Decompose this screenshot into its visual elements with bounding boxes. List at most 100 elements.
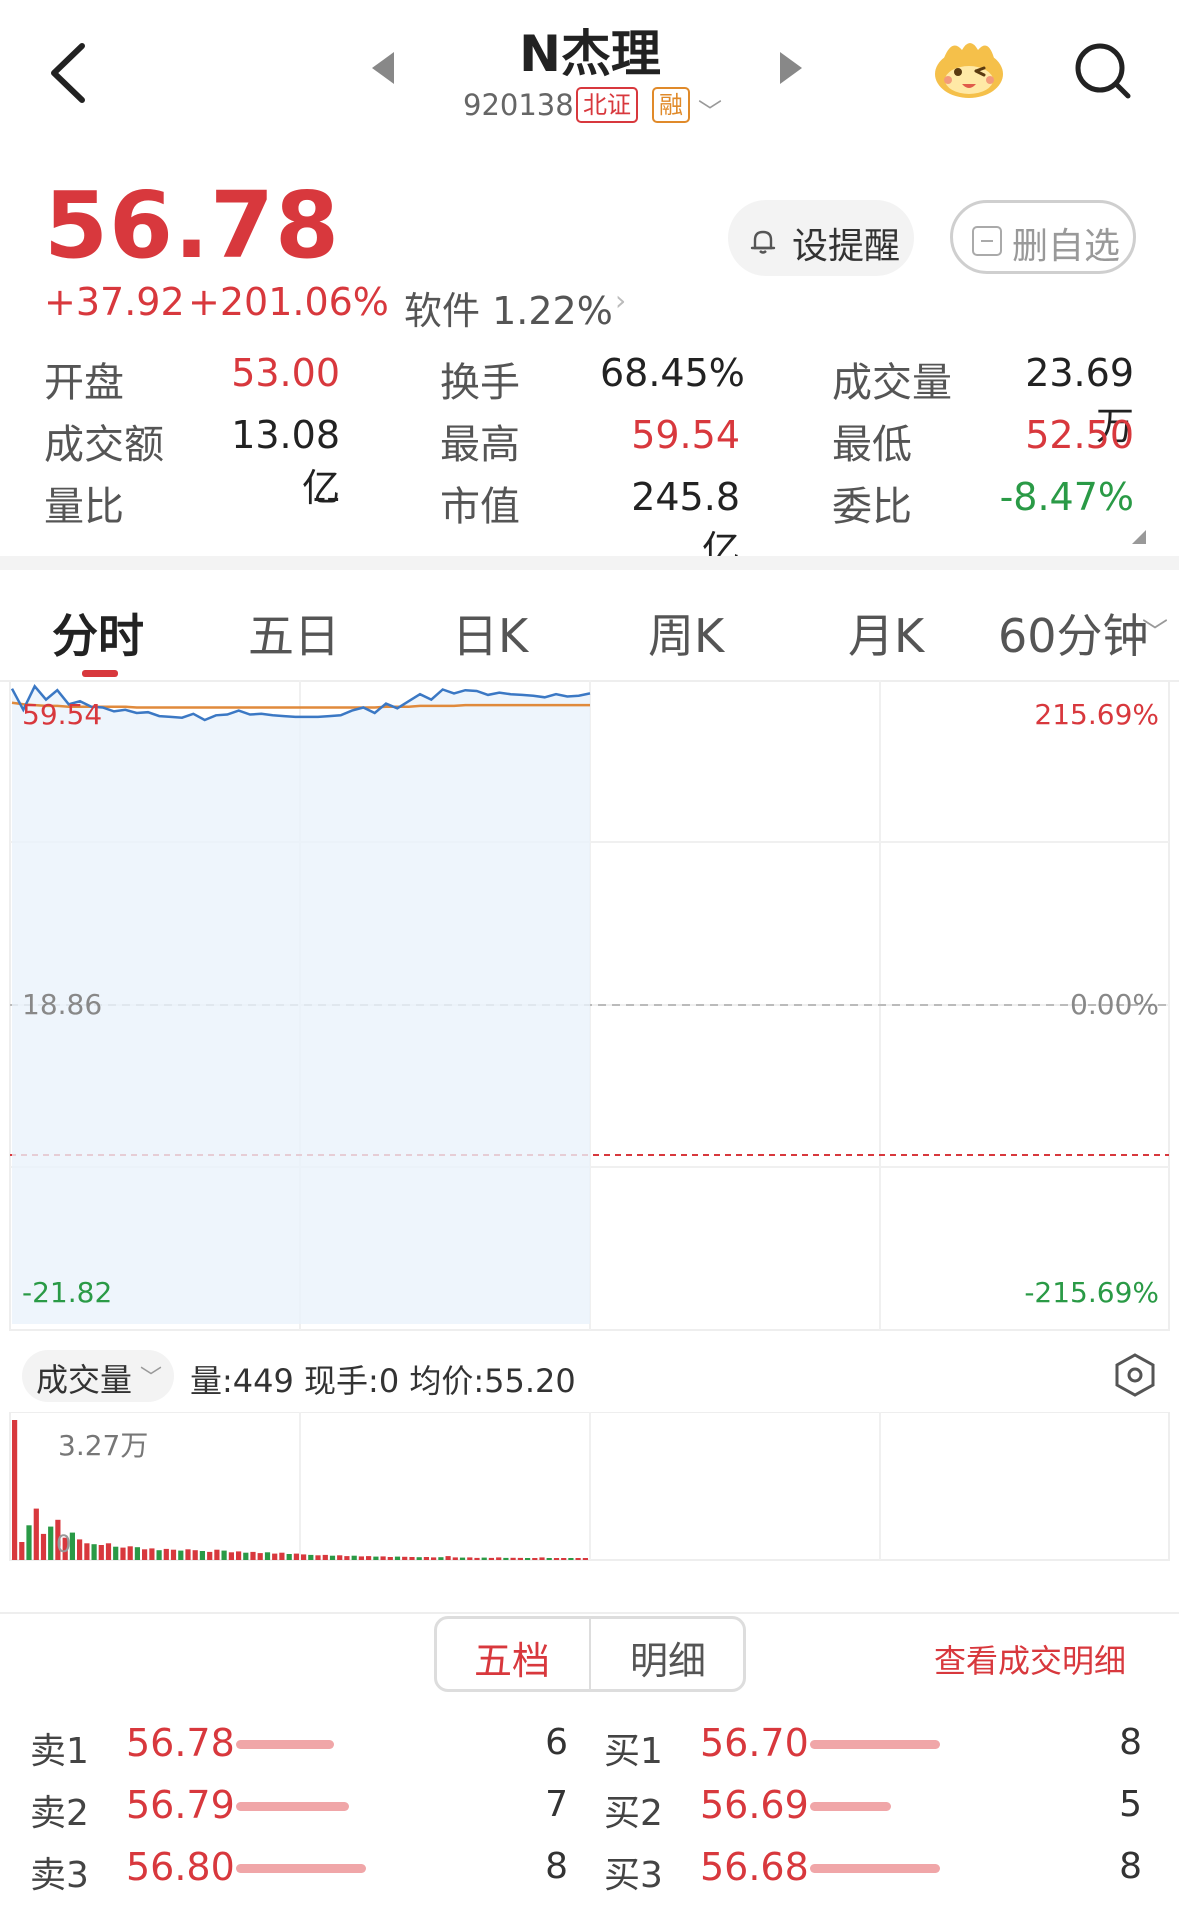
pct-axis-zero-label: 0.00% [1070, 988, 1159, 1021]
asks-level-price: 56.80 [126, 1845, 235, 1889]
volume-bar [575, 1558, 581, 1560]
tab-daily-k[interactable]: 日K [452, 600, 528, 666]
volume-bar [40, 1533, 47, 1560]
tab-five-day[interactable]: 五日 [248, 600, 340, 666]
volume-bar [344, 1556, 350, 1560]
search-icon[interactable] [1070, 38, 1136, 104]
volume-bar [561, 1558, 567, 1560]
tab-60-minute[interactable]: 60分钟 [998, 600, 1149, 666]
bids-level-label: 买1 [604, 1731, 663, 1772]
bids-level-volume: 8 [1119, 1722, 1142, 1763]
remove-favorite-label: 删自选 [1012, 226, 1121, 267]
tab-weekly-k[interactable]: 周K [648, 600, 724, 666]
set-reminder-label: 设提醒 [792, 226, 901, 267]
bids-level-label: 买3 [604, 1855, 663, 1896]
volume-bar [236, 1551, 242, 1560]
volume-bar [228, 1552, 234, 1560]
bids-level-price: 56.68 [700, 1845, 809, 1889]
segment-five-levels[interactable]: 五档 [474, 1630, 550, 1685]
volume-bar [105, 1543, 112, 1560]
volume-bar [207, 1551, 213, 1560]
intraday-chart[interactable] [0, 680, 1179, 1340]
volume-bar [409, 1557, 415, 1560]
volume-bar [582, 1558, 588, 1560]
stat-value: 59.54 [631, 413, 740, 457]
view-trade-details-link[interactable]: 查看成交明细 [934, 1636, 1126, 1682]
segment-details[interactable]: 明细 [630, 1630, 706, 1685]
volume-bar [308, 1554, 314, 1560]
asks-level-volume-bar [236, 1802, 349, 1811]
volume-bar [351, 1555, 357, 1560]
volume-bar [510, 1557, 516, 1560]
volume-bar [517, 1557, 523, 1560]
volume-bar [272, 1553, 278, 1560]
volume-bar [19, 1542, 25, 1560]
volume-bar [459, 1557, 466, 1560]
asks-level-volume: 6 [545, 1722, 568, 1763]
bids-level-volume-bar [810, 1864, 940, 1873]
volume-bar [532, 1558, 538, 1560]
stat-value: 52.50 [1025, 413, 1134, 457]
volume-bar [503, 1557, 509, 1560]
margin-badge: 融 [652, 87, 690, 123]
volume-bar [163, 1548, 169, 1560]
volume-bar [474, 1557, 480, 1560]
pct-axis-high-label: 215.69% [1034, 698, 1159, 731]
volume-bar [149, 1548, 155, 1560]
chevron-down-icon[interactable]: ﹀ [1142, 612, 1168, 649]
volume-bar [214, 1549, 220, 1560]
stock-code: 920138 [463, 88, 574, 122]
volume-stats: 量:449 现手:0 均价:55.20 [190, 1362, 576, 1400]
volume-bar [366, 1556, 372, 1560]
volume-bar [279, 1552, 285, 1560]
volume-bar [387, 1557, 393, 1560]
volume-bar [127, 1546, 133, 1560]
bids-level-volume-bar [810, 1740, 940, 1749]
volume-bar [481, 1557, 487, 1560]
volume-bar [394, 1556, 401, 1560]
volume-bar [142, 1549, 148, 1560]
volume-bar [380, 1556, 386, 1560]
volume-bar [250, 1551, 256, 1560]
price-change-percent: +201.06% [188, 280, 389, 324]
volume-bar [488, 1557, 494, 1560]
volume-bar [286, 1554, 292, 1560]
volume-bar [438, 1557, 444, 1560]
tab-intraday[interactable]: 分时 [52, 600, 144, 666]
volume-bar [120, 1547, 126, 1560]
volume-bar [199, 1551, 205, 1560]
volume-bar [12, 1420, 18, 1560]
chevron-down-icon[interactable]: ﹀ [698, 92, 722, 127]
volume-bar [26, 1525, 32, 1560]
volume-bar [402, 1556, 408, 1560]
prev-stock-arrow-icon[interactable] [372, 52, 394, 84]
active-tab-indicator [82, 670, 118, 677]
volume-bar [134, 1547, 140, 1560]
stat-label: 委比 [832, 484, 912, 530]
tab-monthly-k[interactable]: 月K [848, 600, 924, 666]
volume-bar [423, 1557, 429, 1560]
volume-bar [192, 1550, 198, 1560]
bids-level-volume: 5 [1119, 1784, 1142, 1825]
section-divider [0, 1612, 1179, 1614]
next-stock-arrow-icon[interactable] [780, 52, 802, 84]
stat-label: 成交量 [832, 360, 952, 406]
asks-level-volume-bar [236, 1864, 366, 1873]
mascot-icon[interactable] [930, 34, 1008, 102]
chevron-right-icon[interactable]: › [615, 284, 626, 317]
stock-name: N杰理 [519, 25, 661, 83]
asks-level-price: 56.79 [126, 1783, 235, 1827]
back-arrow-icon[interactable] [40, 38, 100, 108]
sector-link[interactable]: 软件 1.22% [404, 280, 613, 335]
asks-level-volume: 7 [545, 1784, 568, 1825]
volume-bar [568, 1558, 574, 1560]
y-axis-high-label: 59.54 [22, 698, 103, 731]
volume-bar [185, 1549, 191, 1560]
volume-bar [264, 1552, 271, 1560]
stat-label: 换手 [440, 360, 520, 406]
settings-hexagon-icon[interactable] [1112, 1352, 1158, 1398]
expand-corner-icon[interactable] [1132, 530, 1146, 544]
stat-label: 开盘 [44, 360, 124, 406]
asks-level-price: 56.78 [126, 1721, 235, 1765]
volume-bar [98, 1545, 104, 1560]
